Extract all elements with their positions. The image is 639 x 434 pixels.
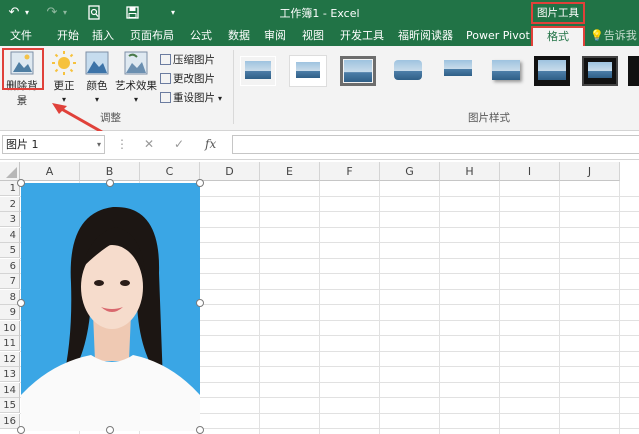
compress-icon (160, 54, 171, 65)
portrait-photo (21, 183, 200, 431)
title-bar: ↶ ▾ ↷ ▾ ▾ 工作簿1 - Excel 图片工具 (0, 0, 639, 26)
tell-me-box[interactable]: 💡告诉我 (590, 29, 637, 43)
resize-handle-top[interactable] (106, 179, 114, 187)
formula-input[interactable] (232, 135, 639, 154)
tab-foxit-reader[interactable]: 福昕阅读器 (398, 29, 453, 43)
column-header-i[interactable]: I (500, 162, 560, 181)
row-header-13[interactable]: 13 (0, 367, 20, 382)
tab-formulas[interactable]: 公式 (190, 29, 212, 43)
picture-style-double-frame[interactable] (582, 56, 618, 86)
picture-style-white-frame[interactable] (290, 56, 326, 86)
tab-developer[interactable]: 开发工具 (340, 29, 384, 43)
picture-tools-label: 图片工具 (531, 2, 585, 24)
artistic-effects-icon (121, 50, 151, 76)
row-header-16[interactable]: 16 (0, 413, 20, 429)
artistic-effects-button[interactable]: 艺术效果 ▾ (114, 50, 158, 105)
row-header-15[interactable]: 15 (0, 398, 20, 413)
resize-handle-bottom-right[interactable] (196, 426, 204, 434)
picture-style-more[interactable] (628, 56, 639, 86)
group-separator (233, 50, 234, 124)
change-picture-icon (160, 73, 171, 84)
picture-style-black-frame[interactable] (534, 56, 570, 86)
tab-review[interactable]: 审阅 (264, 29, 286, 43)
reset-picture-button[interactable]: 重设图片 ▾ (160, 90, 222, 105)
resize-handle-left[interactable] (17, 299, 25, 307)
row-header-14[interactable]: 14 (0, 382, 20, 398)
resize-handle-right[interactable] (196, 299, 204, 307)
picture-style-shadow[interactable] (488, 56, 524, 86)
row-header-12[interactable]: 12 (0, 351, 20, 367)
row-header-5[interactable]: 5 (0, 243, 20, 258)
reset-icon (160, 92, 171, 103)
picture-style-gray-frame[interactable] (340, 56, 376, 86)
lightbulb-icon: 💡 (590, 29, 604, 42)
column-header-j[interactable]: J (560, 162, 620, 181)
row-header-3[interactable]: 3 (0, 212, 20, 227)
tab-insert[interactable]: 插入 (92, 29, 114, 43)
chevron-down-icon: ▾ (133, 95, 138, 104)
row-header-11[interactable]: 11 (0, 336, 20, 351)
tab-home[interactable]: 开始 (57, 29, 79, 43)
corrections-button[interactable]: 更正 ▾ (48, 50, 80, 105)
picture-style-reflected[interactable] (440, 56, 476, 86)
column-header-f[interactable]: F (320, 162, 380, 181)
remove-background-highlight (2, 48, 44, 90)
resize-handle-top-right[interactable] (196, 179, 204, 187)
column-header-g[interactable]: G (380, 162, 440, 181)
chevron-down-icon[interactable]: ▾ (97, 136, 101, 153)
resize-handle-bottom[interactable] (106, 426, 114, 434)
row-header-9[interactable]: 9 (0, 305, 20, 320)
inserted-picture[interactable] (21, 183, 200, 431)
tab-file[interactable]: 文件 (10, 29, 32, 43)
more-dots-icon: ⋮ (116, 137, 128, 151)
tab-power-pivot[interactable]: Power Pivot (466, 29, 530, 43)
picture-style-simple-frame[interactable] (240, 56, 276, 86)
tab-page-layout[interactable]: 页面布局 (130, 29, 174, 43)
tab-data[interactable]: 数据 (228, 29, 250, 43)
tab-view[interactable]: 视图 (302, 29, 324, 43)
sun-icon (49, 50, 79, 76)
name-box[interactable]: 图片 1 ▾ (2, 135, 105, 154)
formula-bar: 图片 1 ▾ ⋮ ✕ ✓ fx (0, 131, 639, 160)
column-header-h[interactable]: H (440, 162, 500, 181)
group-label-picture-styles: 图片样式 (468, 112, 510, 124)
column-header-c[interactable]: C (140, 162, 200, 181)
row-header-7[interactable]: 7 (0, 274, 20, 289)
insert-function-button[interactable]: fx (205, 137, 216, 151)
chevron-down-icon: ▾ (218, 94, 223, 103)
resize-handle-top-left[interactable] (17, 179, 25, 187)
column-header-d[interactable]: D (200, 162, 260, 181)
column-header-a[interactable]: A (20, 162, 80, 181)
change-picture-button[interactable]: 更改图片 (160, 71, 215, 86)
column-header-e[interactable]: E (260, 162, 320, 181)
select-all-corner[interactable] (0, 162, 20, 181)
cancel-icon[interactable]: ✕ (144, 137, 154, 151)
row-header-10[interactable]: 10 (0, 320, 20, 336)
picture-style-soft-edge[interactable] (390, 56, 426, 86)
color-button[interactable]: 颜色 ▾ (82, 50, 112, 105)
color-icon (82, 50, 112, 76)
row-header-6[interactable]: 6 (0, 258, 20, 274)
tab-format[interactable]: 格式 (531, 26, 585, 48)
resize-handle-bottom-left[interactable] (17, 426, 25, 434)
row-header-4[interactable]: 4 (0, 227, 20, 243)
compress-pictures-button[interactable]: 压缩图片 (160, 52, 215, 67)
row-header-2[interactable]: 2 (0, 196, 20, 212)
enter-check-icon[interactable]: ✓ (174, 137, 184, 151)
